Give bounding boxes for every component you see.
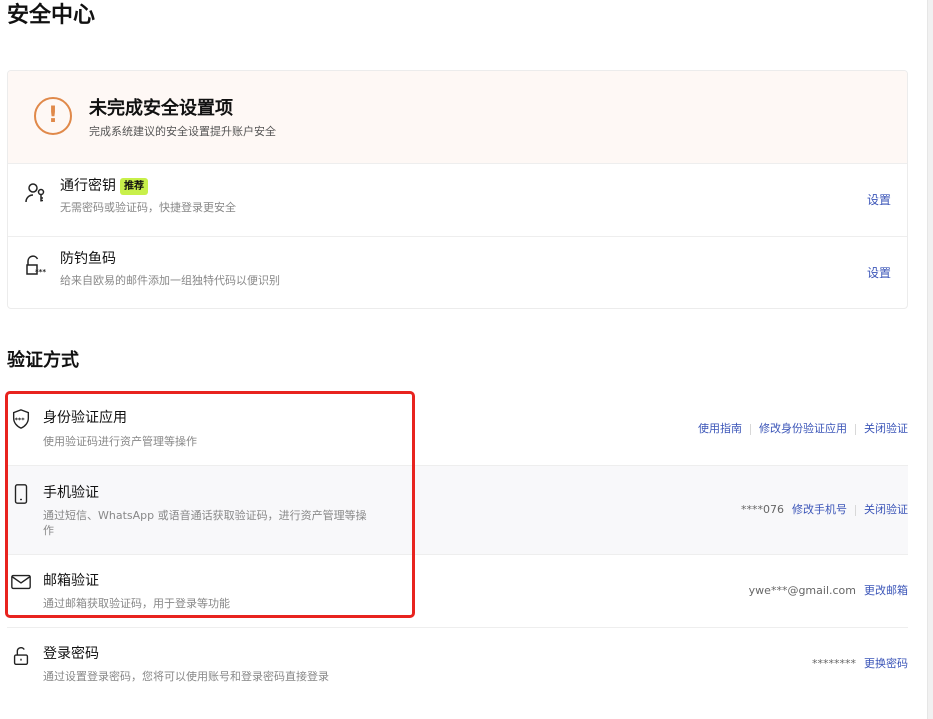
login-password-title: 登录密码 — [43, 646, 99, 662]
masked-email: ywe***@gmail.com — [748, 584, 856, 597]
change-email-link[interactable]: 更改邮箱 — [864, 583, 908, 599]
disable-authenticator-link[interactable]: 关闭验证 — [864, 421, 908, 437]
login-password-row: 登录密码 通过设置登录密码，您将可以使用账号和登录密码直接登录 ********… — [7, 628, 908, 702]
authenticator-subtitle: 使用验证码进行资产管理等操作 — [43, 435, 197, 448]
passkey-title-wrap: 通行密钥 推荐 — [60, 176, 148, 196]
anti-phishing-row: *** 防钓鱼码 给来自欧易的邮件添加一组独特代码以便识别 设置 — [8, 236, 907, 308]
phone-actions: ****076 修改手机号 关闭验证 — [741, 502, 908, 518]
warning-banner: ! 未完成安全设置项 完成系统建议的安全设置提升账户安全 — [8, 71, 907, 163]
masked-password: ******** — [812, 657, 856, 670]
masked-phone: ****076 — [741, 503, 784, 516]
phone-verification-row: 手机验证 通过短信、WhatsApp 或语音通话获取验证码，进行资产管理等操作 … — [7, 466, 908, 555]
lock-icon — [13, 647, 29, 665]
phone-verification-title: 手机验证 — [43, 485, 99, 501]
svg-text:***: *** — [15, 416, 26, 424]
warning-title: 未完成安全设置项 — [89, 98, 233, 119]
authenticator-row: *** 身份验证应用 使用验证码进行资产管理等操作 使用指南 修改身份验证应用 … — [7, 393, 908, 466]
email-verification-row: 邮箱验证 通过邮箱获取验证码，用于登录等功能 ywe***@gmail.com … — [7, 555, 908, 628]
warning-icon: ! — [34, 97, 72, 135]
passkey-icon — [25, 183, 45, 203]
phone-icon — [14, 484, 28, 504]
email-verification-subtitle: 通过邮箱获取验证码，用于登录等功能 — [43, 597, 230, 610]
anti-phishing-title: 防钓鱼码 — [60, 251, 116, 267]
passkey-subtitle: 无需密码或验证码，快捷登录更安全 — [60, 201, 236, 214]
authenticator-guide-link[interactable]: 使用指南 — [698, 421, 742, 437]
svg-text:***: *** — [35, 268, 46, 276]
page-title: 安全中心 — [7, 3, 96, 28]
authenticator-actions: 使用指南 修改身份验证应用 关闭验证 — [698, 421, 908, 437]
change-authenticator-link[interactable]: 修改身份验证应用 — [759, 421, 847, 437]
mail-icon — [11, 574, 31, 590]
change-password-link[interactable]: 更换密码 — [864, 656, 908, 672]
password-actions: ******** 更换密码 — [812, 656, 908, 672]
verification-section-title: 验证方式 — [7, 350, 79, 371]
phone-verification-subtitle: 通过短信、WhatsApp 或语音通话获取验证码，进行资产管理等操作 — [43, 509, 367, 537]
email-verification-title: 邮箱验证 — [43, 573, 99, 589]
disable-phone-link[interactable]: 关闭验证 — [864, 502, 908, 518]
warning-subtitle: 完成系统建议的安全设置提升账户安全 — [89, 125, 276, 138]
shield-icon: *** — [12, 409, 30, 429]
divider — [750, 423, 751, 435]
anti-phishing-setup-link[interactable]: 设置 — [867, 265, 891, 281]
passkey-row: 通行密钥 推荐 无需密码或验证码，快捷登录更安全 设置 — [8, 163, 907, 236]
login-password-subtitle: 通过设置登录密码，您将可以使用账号和登录密码直接登录 — [43, 670, 329, 683]
authenticator-title: 身份验证应用 — [43, 410, 127, 426]
passkey-setup-link[interactable]: 设置 — [867, 192, 891, 208]
anti-phishing-subtitle: 给来自欧易的邮件添加一组独特代码以便识别 — [60, 274, 280, 287]
divider — [855, 504, 856, 516]
divider — [855, 423, 856, 435]
email-actions: ywe***@gmail.com 更改邮箱 — [749, 583, 908, 599]
security-setup-card: ! 未完成安全设置项 完成系统建议的安全设置提升账户安全 通行密钥 推荐 无需密… — [7, 70, 908, 309]
passkey-title: 通行密钥 — [60, 178, 116, 194]
recommended-badge: 推荐 — [120, 177, 148, 195]
anti-phishing-icon: *** — [26, 255, 46, 276]
change-phone-link[interactable]: 修改手机号 — [792, 502, 847, 518]
scrollbar[interactable] — [927, 0, 933, 719]
